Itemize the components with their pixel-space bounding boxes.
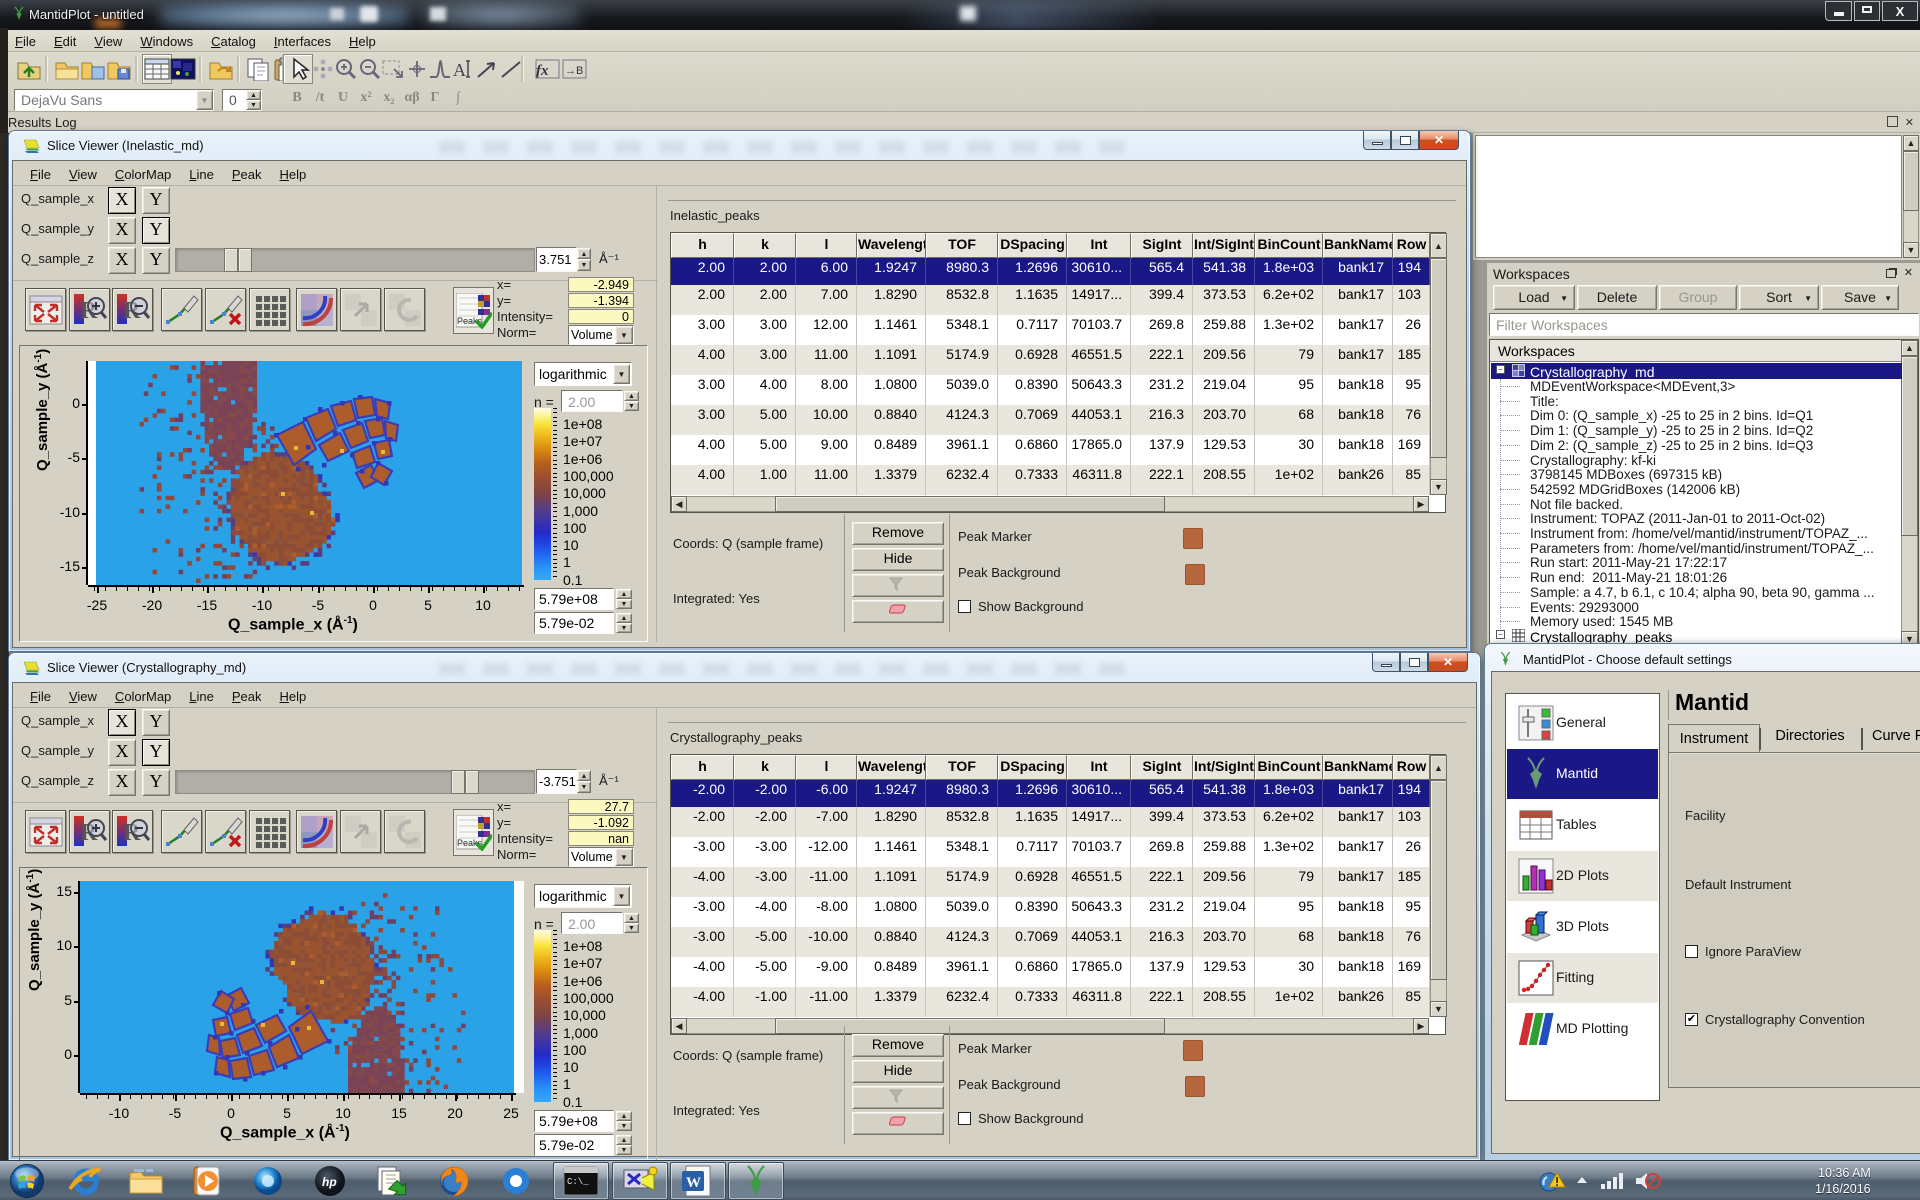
svg-text:→B: →B <box>565 65 583 77</box>
svg-text:C:\_: C:\_ <box>567 1177 589 1187</box>
svg-text:A: A <box>453 60 466 80</box>
svg-text:fx: fx <box>536 63 549 79</box>
svg-text:hp: hp <box>322 1175 337 1189</box>
svg-text:W: W <box>686 1175 701 1191</box>
